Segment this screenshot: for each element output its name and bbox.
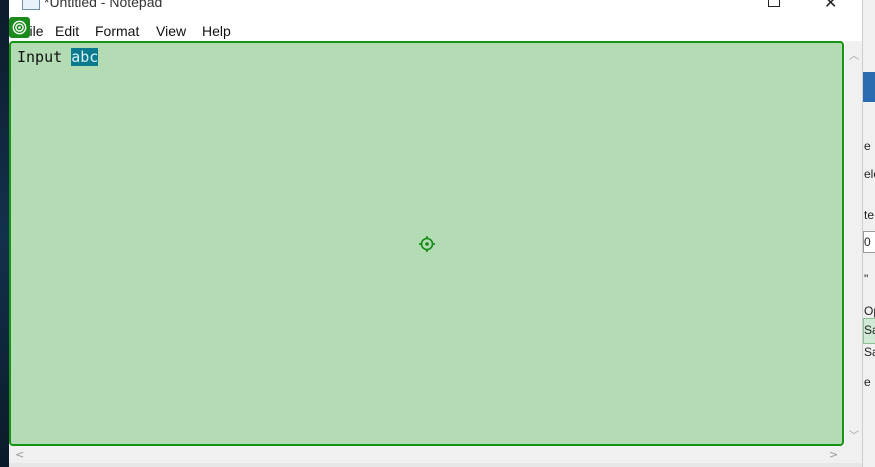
background-window-text: Sa [864,345,875,359]
background-window-text: ele [864,167,875,181]
close-icon[interactable]: ✕ [824,0,837,12]
desktop-background [0,0,9,467]
menu-edit[interactable]: Edit [55,23,79,39]
horizontal-scrollbar[interactable]: < > [9,446,845,463]
background-window-text: Op [864,304,875,318]
crosshair-icon [419,236,435,252]
text-editor[interactable]: Input abc [9,41,844,446]
title-bar[interactable]: *Untitled - Notepad ✕ [9,0,862,14]
scroll-up-icon[interactable]: ︿ [849,47,859,62]
scrollbar-corner [845,446,862,463]
scroll-right-icon[interactable]: > [829,448,838,461]
editor-text-line: Input abc [17,48,99,66]
scroll-down-icon[interactable]: ﹀ [849,427,859,442]
notepad-window: *Untitled - Notepad ✕ File Edit Format V… [9,0,862,467]
editor-text: Input [17,48,72,66]
background-window-header [863,72,875,102]
background-window-text: e I [864,375,875,389]
focus-target-icon [9,17,30,38]
menu-format[interactable]: Format [95,23,139,39]
background-window-text: e [864,139,871,153]
maximize-icon[interactable] [768,0,780,7]
background-window: e ele te 0 " Op Sa Sa e I [862,0,875,467]
background-window-text: Sa [864,323,875,337]
selected-text: abc [71,48,99,66]
window-title: *Untitled - Notepad [44,0,163,10]
background-window-text: 0 [864,235,871,249]
notepad-icon [22,0,40,10]
background-window-text: te [864,208,875,222]
scroll-left-icon[interactable]: < [15,448,24,461]
menu-view[interactable]: View [156,23,186,39]
window-bottom-edge [9,463,862,467]
vertical-scrollbar[interactable]: ︿ ﹀ [845,41,862,446]
menu-bar: File Edit Format View Help [9,20,862,42]
background-window-text: " [864,272,869,286]
menu-help[interactable]: Help [202,23,231,39]
